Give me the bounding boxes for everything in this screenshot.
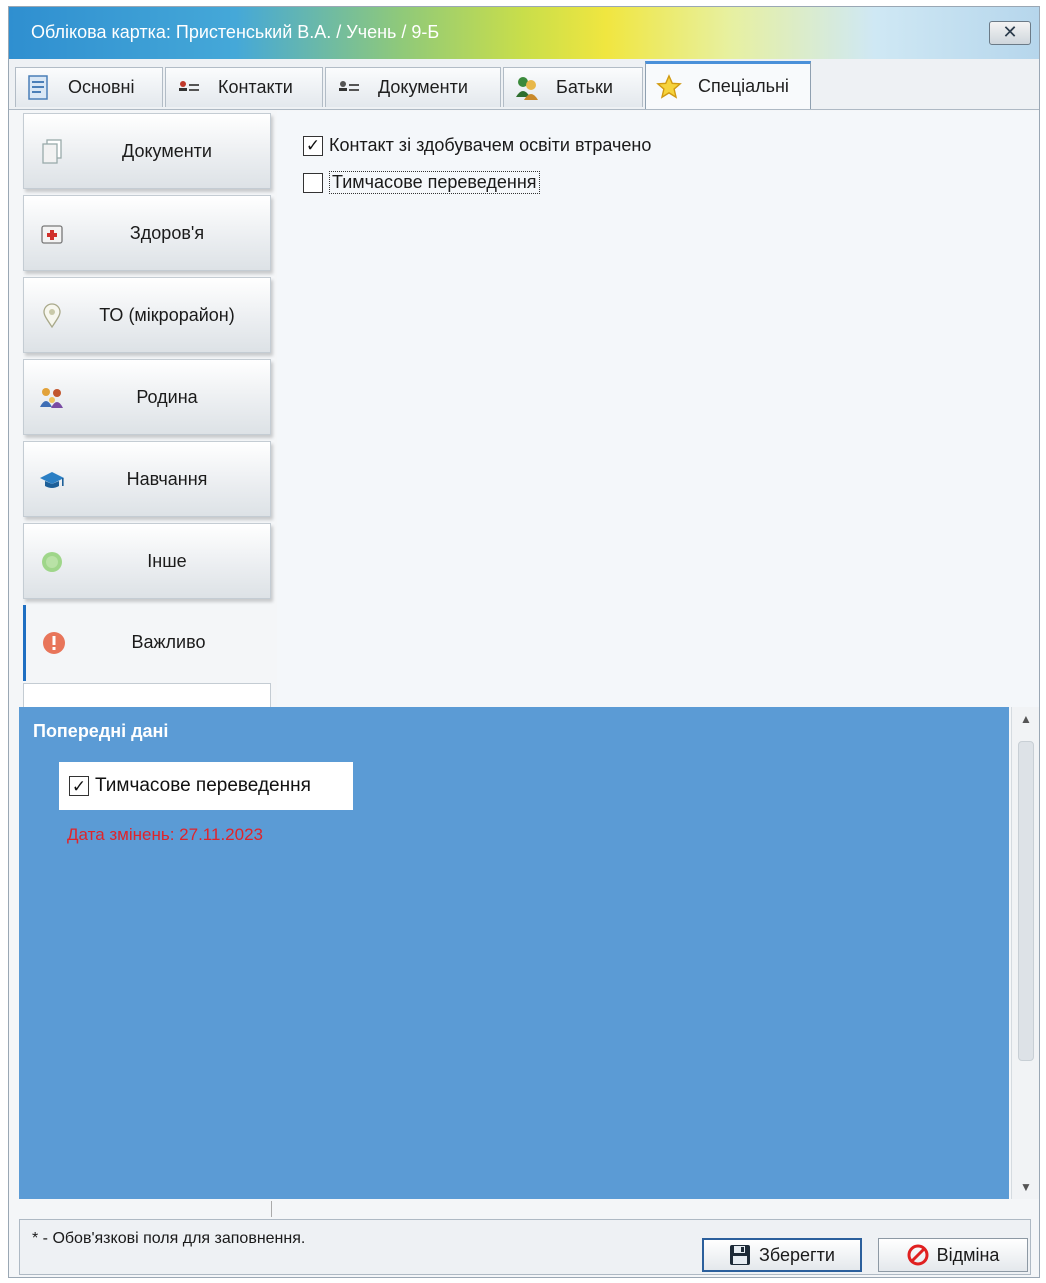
- family-icon: [38, 384, 66, 412]
- cancel-label: Відміна: [936, 1244, 1000, 1265]
- previous-transfer-item: ✓ Тимчасове переведення: [59, 762, 353, 810]
- scroll-thumb[interactable]: [1018, 741, 1034, 1061]
- cancel-icon: [907, 1244, 929, 1266]
- tab-documents[interactable]: Документи: [325, 67, 501, 107]
- sidebar-item-label: ТО (мікрорайон): [99, 305, 235, 325]
- vertical-scrollbar[interactable]: ▲ ▼: [1011, 707, 1039, 1199]
- sidebar-item-label: Навчання: [126, 469, 208, 489]
- title-bar: Облікова картка: Пристенський В.А. / Уче…: [9, 7, 1039, 59]
- sidebar-item-important[interactable]: Важливо: [23, 605, 271, 681]
- map-pin-icon: [38, 302, 66, 330]
- scroll-down-arrow-icon[interactable]: ▼: [1012, 1175, 1039, 1199]
- sidebar-item-microdistrict[interactable]: ТО (мікрорайон): [23, 277, 271, 353]
- tab-label: Батьки: [556, 77, 613, 97]
- tab-label: Контакти: [218, 77, 293, 97]
- tab-bar: Основні Контакти Документи Батьки Спеціа…: [9, 59, 1039, 110]
- tab-contacts[interactable]: Контакти: [165, 67, 323, 107]
- first-aid-icon: [38, 220, 66, 248]
- tab-label: Спеціальні: [698, 76, 789, 96]
- checkbox-label: Контакт зі здобувачем освіти втрачено: [329, 135, 652, 155]
- lost-contact-option[interactable]: ✓ Контакт зі здобувачем освіти втрачено: [303, 135, 651, 156]
- special-content: ✓ Контакт зі здобувачем освіти втрачено …: [277, 111, 1039, 707]
- contact-card-icon: [176, 75, 202, 101]
- sidebar-item-label: Документи: [122, 141, 212, 161]
- sidebar-item-family[interactable]: Родина: [23, 359, 271, 435]
- checkbox-label: Тимчасове переведення: [329, 171, 540, 194]
- tab-label: Документи: [378, 77, 468, 97]
- changed-date: Дата змінень: 27.11.2023: [67, 825, 263, 844]
- graduation-cap-icon: [38, 466, 66, 494]
- temporary-transfer-checkbox[interactable]: [303, 172, 323, 193]
- green-dot-icon: [38, 548, 66, 576]
- close-icon: ✕: [1002, 22, 1018, 42]
- sidebar-item-other[interactable]: Інше: [23, 523, 271, 599]
- floppy-disk-icon: [729, 1244, 751, 1266]
- save-button[interactable]: Зберегти: [702, 1238, 862, 1272]
- lost-contact-checkbox[interactable]: ✓: [303, 135, 323, 156]
- document-icon: [26, 74, 52, 101]
- previous-transfer-checkbox: ✓: [69, 776, 89, 796]
- star-icon: [656, 73, 682, 100]
- sidebar-item-documents[interactable]: Документи: [23, 113, 271, 189]
- footer-bar: * - Обов'язкові поля для заповнення. Збе…: [19, 1219, 1031, 1275]
- temporary-transfer-option[interactable]: Тимчасове переведення: [303, 171, 540, 194]
- pages-icon: [38, 138, 66, 166]
- sidebar-item-label: Здоров'я: [129, 223, 205, 243]
- parents-icon: [514, 75, 540, 101]
- sidebar-item-label: Інше: [147, 551, 187, 571]
- sidebar: Документи Здоров'я ТО (мікрорайон) Родин…: [19, 111, 274, 707]
- sidebar-item-label: Родина: [136, 387, 198, 407]
- sidebar-item-label: Важливо: [131, 632, 206, 652]
- required-fields-note: * - Обов'язкові поля для заповнення.: [32, 1230, 306, 1247]
- window-title: Облікова картка: Пристенський В.А. / Уче…: [31, 22, 440, 42]
- tab-label: Основні: [68, 77, 135, 97]
- id-card-icon: [336, 75, 362, 101]
- important-icon: [40, 629, 68, 657]
- sidebar-spacer: [23, 683, 271, 707]
- close-button[interactable]: ✕: [989, 21, 1031, 45]
- previous-transfer-label: Тимчасове переведення: [95, 775, 311, 796]
- tab-special[interactable]: Спеціальні: [645, 61, 811, 109]
- scroll-up-arrow-icon[interactable]: ▲: [1012, 707, 1039, 731]
- save-label: Зберегти: [759, 1244, 835, 1265]
- previous-data-panel: Попередні дані ✓ Тимчасове переведення Д…: [19, 707, 1009, 1199]
- splitter: [271, 1201, 272, 1217]
- tab-main[interactable]: Основні: [15, 67, 163, 107]
- sidebar-item-education[interactable]: Навчання: [23, 441, 271, 517]
- cancel-button[interactable]: Відміна: [878, 1238, 1028, 1272]
- sidebar-item-health[interactable]: Здоров'я: [23, 195, 271, 271]
- previous-data-title: Попередні дані: [33, 721, 169, 741]
- record-card-window: Облікова картка: Пристенський В.А. / Уче…: [8, 6, 1040, 1278]
- tab-parents[interactable]: Батьки: [503, 67, 643, 107]
